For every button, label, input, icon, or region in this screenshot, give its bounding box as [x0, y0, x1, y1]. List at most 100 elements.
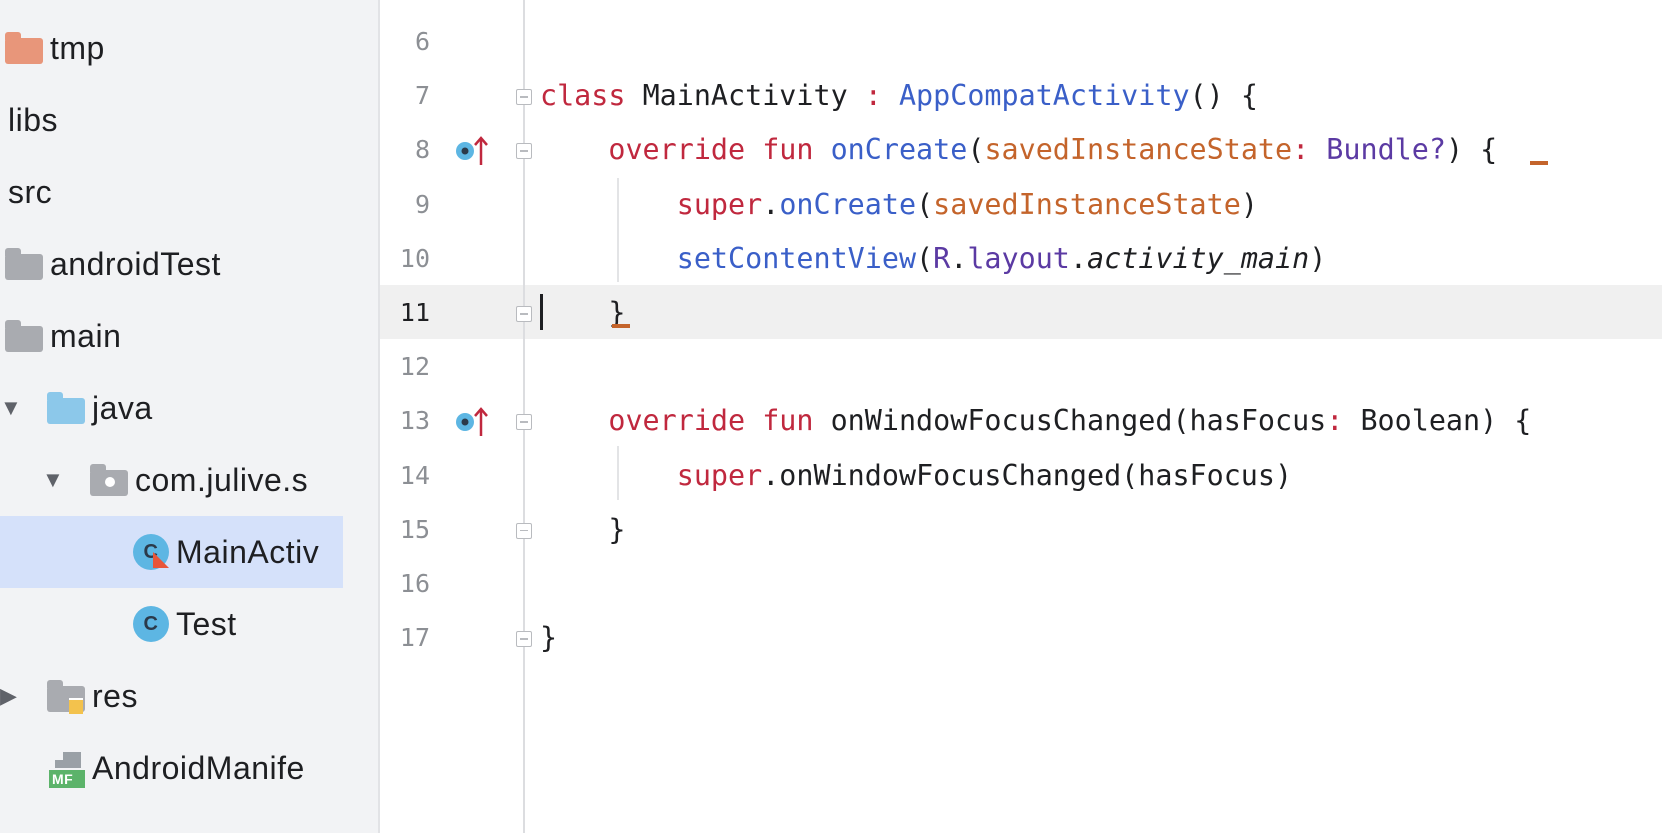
brace-match-underline	[1530, 161, 1548, 165]
code-token: .	[762, 187, 780, 221]
folder-icon	[5, 244, 45, 284]
code-token: }	[608, 512, 626, 546]
indent-guide	[617, 178, 619, 282]
tree-item-com-julive-s[interactable]: ▼ com.julive.s	[0, 444, 343, 516]
fold-toggle-icon[interactable]	[516, 143, 532, 160]
chevron-down-icon[interactable]: ▼	[0, 395, 22, 421]
code-line-10[interactable]: setContentView(R.layout.activity_main)	[540, 232, 1327, 286]
line-number: 11	[399, 298, 430, 327]
line-number: 14	[399, 460, 430, 490]
package-icon	[90, 460, 130, 500]
manifest-badge-text: MF	[52, 771, 74, 787]
code-token: savedInstanceState	[933, 187, 1241, 221]
line-number: 8	[414, 135, 430, 165]
tree-item-label: androidTest	[50, 245, 221, 282]
fold-toggle-icon[interactable]	[516, 631, 532, 648]
line-number: 13	[399, 406, 430, 436]
code-token: )	[1309, 241, 1327, 275]
tree-item-mainactiv[interactable]: C MainActiv	[0, 516, 343, 588]
tree-item-main[interactable]: main	[0, 300, 343, 372]
tree-item-label: tmp	[50, 29, 105, 66]
override-method-icon[interactable]	[455, 406, 489, 443]
fold-toggle-icon[interactable]	[516, 89, 532, 106]
chevron-down-icon[interactable]: ▼	[42, 467, 64, 493]
code-token: override	[608, 133, 763, 167]
code-token: .	[1069, 241, 1087, 275]
tree-item-label: libs	[8, 101, 59, 138]
manifest-icon: MF	[47, 748, 87, 788]
line-number: 7	[414, 81, 430, 111]
code-token: onCreate	[830, 133, 968, 167]
code-token: setContentView	[676, 241, 917, 275]
tree-item-libs[interactable]: libs	[0, 84, 343, 156]
code-token: Bundle?	[1326, 133, 1446, 167]
tree-item-label: src	[8, 173, 53, 210]
resource-folder-icon	[47, 676, 87, 716]
tree-item-src[interactable]: src	[0, 156, 343, 228]
code-token: fun	[762, 404, 831, 438]
project-tree: tmp libs src androidTest main ▼ java ▼ com.juliv…	[0, 0, 380, 833]
tree-item-label: AndroidManife	[92, 749, 305, 786]
code-token: (	[916, 241, 934, 275]
code-token: super	[676, 187, 763, 221]
kotlin-class-icon: C	[133, 532, 173, 572]
override-method-icon[interactable]	[455, 135, 489, 172]
tree-item-label: MainActiv	[176, 533, 320, 570]
code-token: MainActivity	[642, 79, 865, 113]
chevron-right-icon[interactable]: ▶	[0, 683, 17, 709]
code-line-17[interactable]: }	[540, 611, 557, 665]
tree-item-label: main	[50, 317, 122, 354]
code-token: activity_main	[1086, 241, 1310, 275]
code-token: savedInstanceState	[984, 133, 1293, 167]
fold-toggle-icon[interactable]	[516, 306, 532, 322]
tree-item-androidtest[interactable]: androidTest	[0, 228, 343, 300]
code-line-11[interactable]: }	[540, 286, 625, 340]
code-line-14[interactable]: super.onWindowFocusChanged(hasFocus)	[540, 449, 1292, 503]
code-token: super	[676, 458, 763, 492]
tree-item-label: res	[92, 677, 138, 714]
code-token: (	[967, 133, 985, 167]
tree-item-label: com.julive.s	[135, 461, 309, 498]
code-token: :	[864, 79, 899, 113]
partial-line-above	[540, 0, 720, 12]
fold-toggle-icon[interactable]	[516, 414, 532, 431]
line-number: 12	[399, 352, 430, 382]
tree-item-test[interactable]: C Test	[0, 588, 343, 660]
code-token: AppCompatActivity	[898, 79, 1190, 113]
code-line-7[interactable]: class MainActivity : AppCompatActivity()…	[540, 69, 1258, 123]
code-line-9[interactable]: super.onCreate(savedInstanceState)	[540, 178, 1258, 232]
tree-item-label: java	[92, 389, 153, 426]
code-token: {	[1480, 133, 1498, 167]
line-number: 15	[399, 514, 430, 544]
code-token: layout	[967, 241, 1070, 275]
fold-toggle-icon[interactable]	[516, 522, 532, 539]
tree-item-res[interactable]: ▶ res	[0, 660, 343, 732]
folder-icon	[5, 28, 45, 68]
code-line-15[interactable]: }	[540, 503, 625, 557]
code-line-13[interactable]: override fun onWindowFocusChanged(hasFoc…	[540, 394, 1531, 448]
line-number: 17	[399, 623, 430, 653]
indent-guide	[617, 446, 619, 500]
source-folder-icon	[47, 388, 87, 428]
kotlin-badge-icon	[153, 552, 169, 568]
folder-icon	[5, 316, 45, 356]
text-caret	[540, 294, 543, 330]
tree-item-java[interactable]: ▼ java	[0, 372, 343, 444]
class-icon: C	[133, 604, 173, 644]
code-token: .	[950, 241, 968, 275]
code-token: () {	[1189, 79, 1258, 113]
code-token: .onWindowFocusChanged(hasFocus)	[762, 458, 1293, 492]
code-line-8[interactable]: override fun onCreate(savedInstanceState…	[540, 123, 1497, 177]
code-token: :	[1326, 404, 1361, 438]
code-token: override	[608, 404, 763, 438]
tree-item-androidmanife[interactable]: MF AndroidManife	[0, 732, 343, 804]
code-token: onCreate	[779, 187, 917, 221]
code-token: :	[1292, 133, 1327, 167]
tree-item-tmp[interactable]: tmp	[0, 12, 343, 84]
